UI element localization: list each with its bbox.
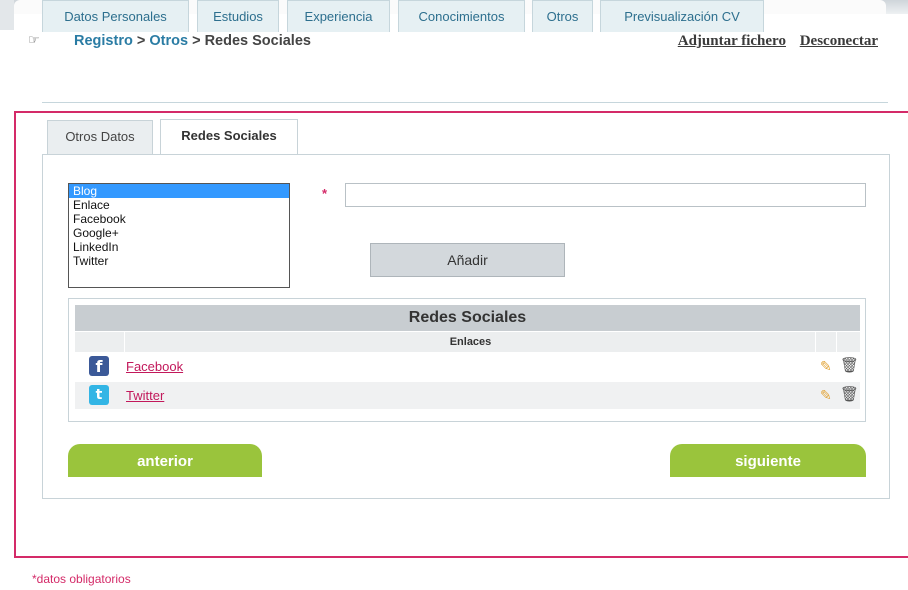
trash-icon[interactable]: 🗑	[840, 356, 859, 376]
twitter-link[interactable]: Twitter	[126, 388, 164, 403]
header-icon-column	[75, 332, 125, 352]
tab-conocimientos[interactable]: Conocimientos	[398, 0, 525, 32]
table-row: f Facebook ✎ 🗑	[75, 353, 860, 380]
facebook-icon: f	[89, 356, 109, 376]
attach-file-link[interactable]: Adjuntar fichero	[678, 33, 786, 49]
network-listbox[interactable]: Blog Enlace Facebook Google+ LinkedIn Tw…	[68, 183, 290, 288]
main-tabs-divider	[42, 102, 888, 103]
network-option-twitter[interactable]: Twitter	[69, 254, 289, 268]
network-option-blog[interactable]: Blog	[69, 184, 289, 198]
tab-experiencia[interactable]: Experiencia	[287, 0, 390, 32]
subtab-otros-datos[interactable]: Otros Datos	[47, 120, 153, 154]
pointing-hand-icon: ☞	[28, 33, 40, 48]
pencil-icon[interactable]: ✎	[820, 386, 836, 404]
network-option-googleplus[interactable]: Google+	[69, 226, 289, 240]
page-header: ☞ Registro > Otros > Redes Sociales Adju…	[28, 30, 878, 56]
network-option-linkedin[interactable]: LinkedIn	[69, 240, 289, 254]
trash-icon[interactable]: 🗑	[840, 385, 859, 405]
breadcrumb-current: Redes Sociales	[204, 33, 311, 49]
url-input[interactable]	[345, 183, 866, 207]
required-mark: *	[322, 186, 328, 201]
twitter-icon: t	[89, 385, 109, 405]
network-option-facebook[interactable]: Facebook	[69, 212, 289, 226]
add-button[interactable]: Añadir	[370, 243, 565, 277]
pencil-icon[interactable]: ✎	[820, 357, 836, 375]
header-links-column: Enlaces	[126, 332, 816, 352]
breadcrumb: Registro > Otros > Redes Sociales	[74, 33, 311, 49]
header-actions-column	[817, 332, 837, 352]
table-header: Enlaces	[75, 332, 860, 352]
table-row: t Twitter ✎ 🗑	[75, 382, 860, 409]
breadcrumb-otros[interactable]: Otros	[149, 33, 188, 49]
tab-otros[interactable]: Otros	[532, 0, 593, 32]
subtab-redes-sociales[interactable]: Redes Sociales	[160, 119, 298, 155]
breadcrumb-separator: >	[136, 33, 146, 49]
header-links: Adjuntar fichero Desconectar	[668, 33, 878, 50]
previous-button[interactable]: anterior	[68, 444, 262, 477]
tab-datos-personales[interactable]: Datos Personales	[42, 0, 189, 32]
network-option-enlace[interactable]: Enlace	[69, 198, 289, 212]
facebook-link[interactable]: Facebook	[126, 359, 183, 374]
required-fields-note: *datos obligatorios	[32, 572, 131, 586]
left-edge	[0, 0, 14, 30]
logout-link[interactable]: Desconectar	[800, 33, 878, 49]
tab-previsualizacion-cv[interactable]: Previsualización CV	[600, 0, 764, 32]
breadcrumb-separator: >	[192, 33, 201, 49]
next-button[interactable]: siguiente	[670, 444, 866, 477]
social-networks-table: Redes Sociales Enlaces f Facebook ✎ 🗑 t …	[68, 298, 866, 422]
breadcrumb-registro[interactable]: Registro	[74, 33, 133, 49]
tab-estudios[interactable]: Estudios	[197, 0, 279, 32]
table-title: Redes Sociales	[75, 305, 860, 331]
